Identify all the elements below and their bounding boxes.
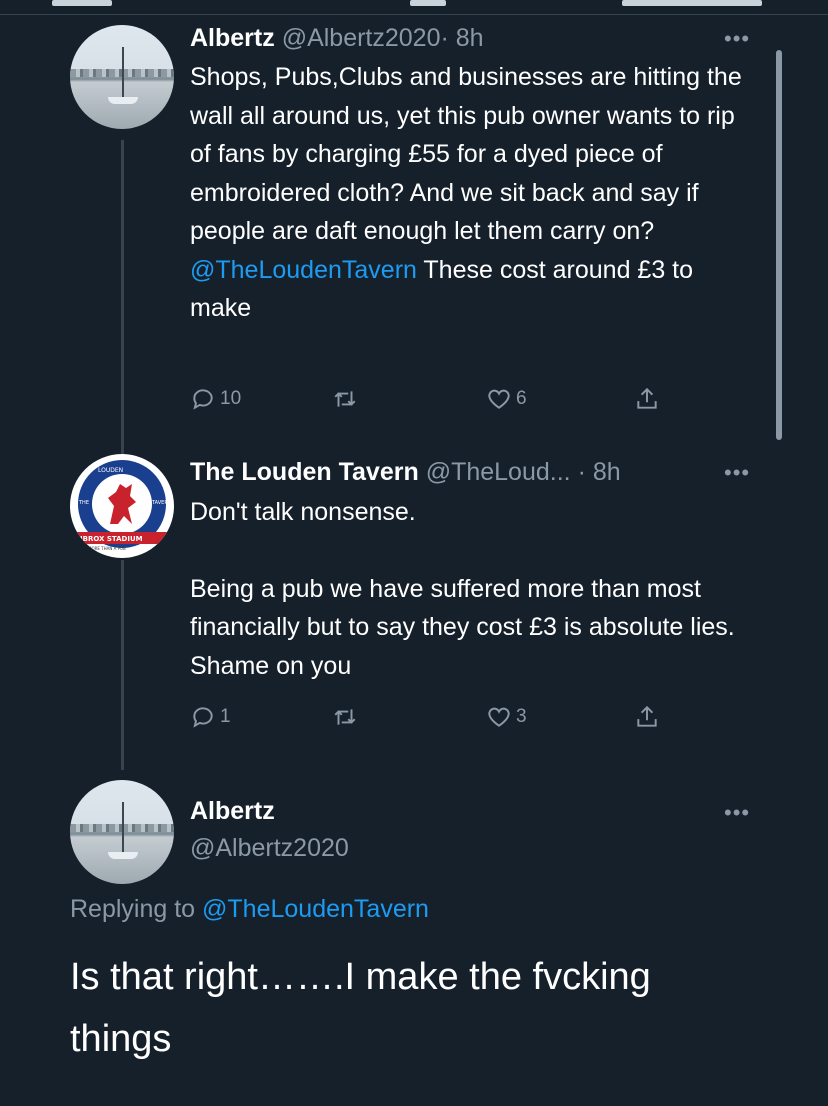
tweet-actions: 1 3 — [190, 700, 670, 734]
share-icon — [637, 387, 657, 409]
share-button[interactable] — [634, 700, 664, 734]
reply-button[interactable]: 1 — [190, 700, 231, 734]
harbour-photo-avatar[interactable] — [70, 780, 174, 884]
harbour-photo-avatar[interactable] — [70, 25, 174, 129]
more-options-icon[interactable]: ••• — [724, 802, 750, 824]
more-options-icon[interactable]: ••• — [724, 28, 750, 50]
thread-line — [121, 140, 124, 455]
status-bar — [0, 0, 828, 15]
logo-text: LOUDEN — [98, 467, 123, 474]
retweet-button[interactable] — [332, 382, 362, 416]
display-name[interactable]: The Louden Tavern — [190, 458, 419, 486]
heart-icon — [488, 707, 510, 727]
tweet-header: The Louden Tavern @TheLoud... · 8h — [190, 456, 621, 488]
share-button[interactable] — [634, 382, 664, 416]
more-options-icon[interactable]: ••• — [724, 462, 750, 484]
retweet-button[interactable] — [332, 700, 362, 734]
reply-button[interactable]: 10 — [190, 382, 241, 416]
like-count: 6 — [516, 388, 527, 409]
reply-icon — [193, 389, 213, 410]
timestamp: · 8h — [440, 24, 484, 52]
reply-icon — [193, 707, 213, 728]
like-button[interactable]: 6 — [486, 382, 527, 416]
mention-link[interactable]: @TheLoudenTavern — [202, 895, 429, 923]
display-name[interactable]: Albertz — [190, 24, 275, 52]
reply-count: 1 — [220, 706, 231, 727]
like-count: 3 — [516, 706, 527, 727]
scrollbar[interactable] — [776, 50, 782, 440]
thread-line — [121, 560, 124, 770]
retweet-icon — [334, 391, 356, 407]
share-icon — [637, 705, 657, 727]
user-handle[interactable]: @Albertz2020 — [282, 24, 441, 52]
replying-to: Replying to @TheLoudenTavern — [70, 895, 429, 923]
mention-link[interactable]: @TheLoudenTavern — [190, 256, 417, 284]
tweet-text: Don't talk nonsense. Being a pub we have… — [190, 498, 735, 680]
user-handle[interactable]: @Albertz2020 — [190, 832, 349, 864]
timestamp: · 8h — [577, 458, 621, 486]
louden-tavern-logo-avatar[interactable]: LOUDEN THE TAVERN IBROX STADIUM MORE THA… — [70, 454, 174, 558]
logo-text: THE — [78, 500, 89, 506]
heart-icon — [488, 389, 510, 409]
tweet-actions: 10 6 — [190, 382, 670, 416]
tweet-text: Shops, Pubs,Clubs and businesses are hit… — [190, 63, 742, 322]
reply-count: 10 — [220, 388, 242, 409]
tweet-text: Is that right…….I make the fvcking thing… — [70, 956, 651, 1060]
like-button[interactable]: 3 — [486, 700, 527, 734]
tweet-header: Albertz @Albertz2020· 8h — [190, 22, 484, 54]
logo-text: TAVERN — [151, 500, 172, 506]
logo-text: MORE THAN A PUB — [88, 546, 126, 551]
display-name[interactable]: Albertz — [190, 795, 275, 827]
logo-text: IBROX STADIUM — [80, 535, 143, 543]
retweet-icon — [334, 709, 356, 725]
user-handle[interactable]: @TheLoud... — [426, 458, 571, 486]
